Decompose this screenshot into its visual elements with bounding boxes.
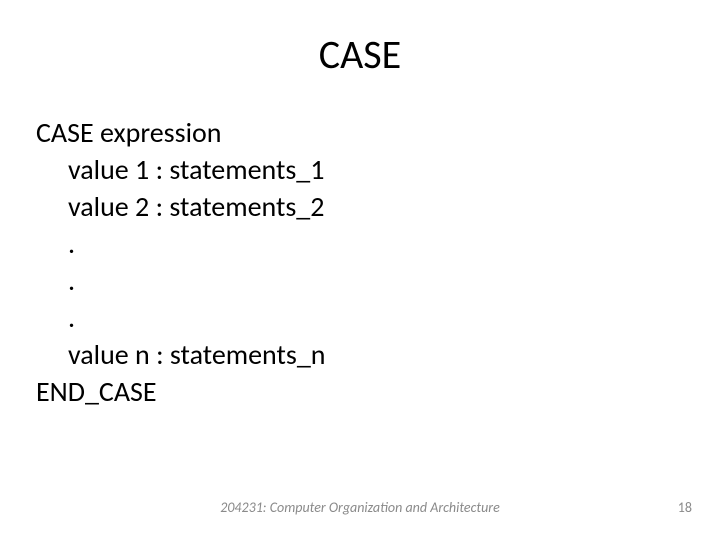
code-line: . [36, 226, 676, 263]
code-line: END_CASE [36, 374, 676, 411]
slide-footer: 204231: Computer Organization and Archit… [0, 499, 720, 516]
code-line: . [36, 263, 676, 300]
code-line: value 2 : statements_2 [36, 189, 676, 226]
code-line: . [36, 300, 676, 337]
slide: CASE CASE expression value 1 : statement… [0, 0, 720, 540]
code-line: value 1 : statements_1 [36, 152, 676, 189]
slide-body: CASE expression value 1 : statements_1 v… [36, 115, 676, 411]
code-line: CASE expression [36, 115, 676, 152]
code-line: value n : statements_n [36, 337, 676, 374]
page-number: 18 [678, 499, 692, 516]
slide-title: CASE [0, 30, 720, 79]
